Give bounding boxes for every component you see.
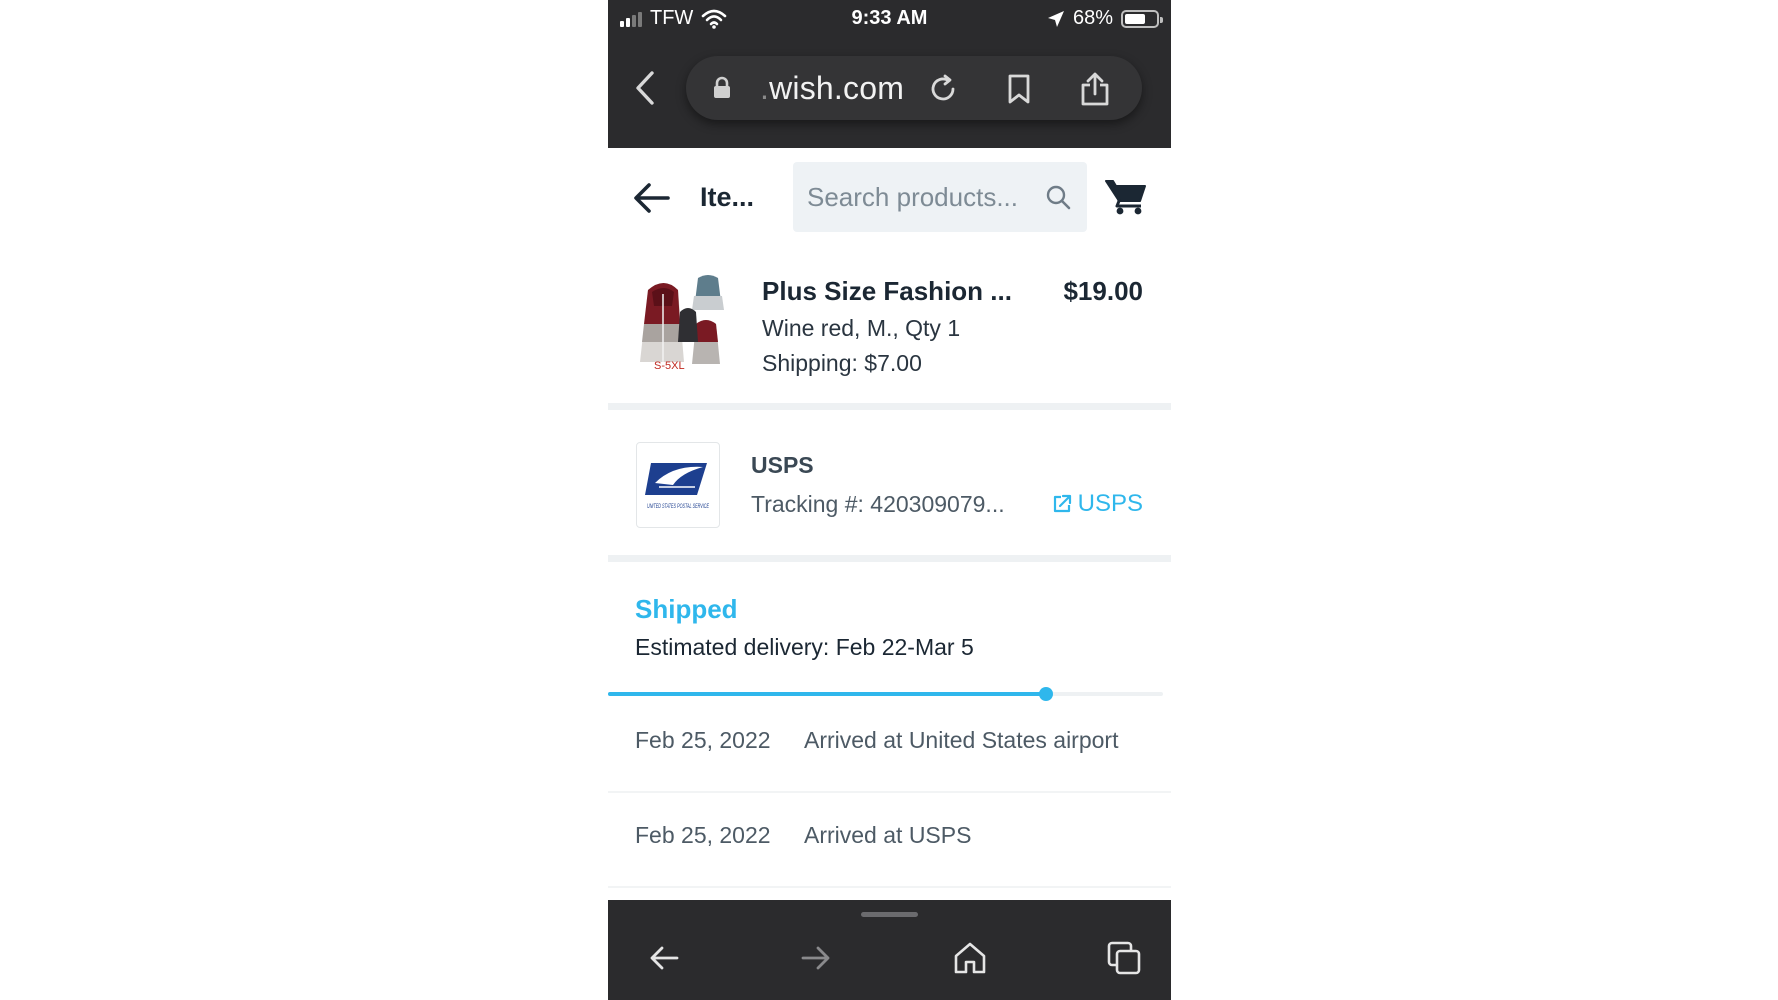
url-domain: wish.com (769, 70, 905, 106)
product-price: $19.00 (1063, 276, 1143, 306)
home-button[interactable] (948, 936, 992, 980)
battery-fill (1125, 13, 1145, 24)
toolbar-forward-button[interactable] (794, 936, 838, 980)
url-text[interactable]: .wish.com (760, 70, 904, 107)
reload-icon (931, 74, 955, 101)
progress-marker (1039, 687, 1053, 701)
tracking-event: Feb 25, 2022 Arrived at United States ai… (608, 703, 1171, 793)
toolbar-grabber[interactable] (861, 912, 918, 917)
carrier-name: USPS (751, 452, 814, 478)
carrier-tracking-link[interactable]: USPS (1052, 490, 1143, 518)
event-description: Arrived at United States airport (804, 727, 1119, 753)
chevron-left-icon (636, 71, 654, 105)
order-item[interactable]: S-5XL Plus Size Fashion ... $19.00 Wine … (608, 258, 1171, 408)
tabs-icon (1107, 941, 1141, 975)
reload-button[interactable] (926, 72, 960, 106)
address-bar[interactable]: .wish.com (686, 56, 1142, 120)
status-right: 68% (1047, 7, 1163, 30)
search-box[interactable] (793, 162, 1087, 232)
product-shipping: Shipping: $7.00 (762, 350, 922, 376)
back-button[interactable] (632, 178, 672, 218)
usps-logo: UNITED STATES POSTAL SERVICE (636, 442, 720, 528)
tracking-number[interactable]: Tracking #: 420309079... (751, 491, 1005, 518)
lock-icon (714, 76, 730, 98)
bookmark-icon (1008, 74, 1030, 104)
arrow-left-icon (650, 946, 679, 970)
search-input[interactable] (807, 180, 1037, 214)
shipment-status: Shipped (635, 594, 738, 624)
usps-logo-text: UNITED STATES POSTAL SERVICE (647, 504, 710, 510)
event-description: Arrived at USPS (804, 822, 972, 848)
product-variant: Wine red, M., Qty 1 (762, 315, 961, 341)
browser-chrome: TFW 9:33 AM 68% .wish.com (608, 0, 1171, 148)
product-image-tag: S-5XL (654, 360, 685, 372)
arrow-left-icon (634, 183, 670, 213)
toolbar-back-button[interactable] (642, 936, 686, 980)
tabs-button[interactable] (1102, 936, 1146, 980)
home-icon (954, 942, 986, 974)
product-image: S-5XL (640, 275, 724, 372)
shipment-progress (608, 687, 1163, 701)
location-arrow-icon (1047, 10, 1064, 27)
battery-icon (1121, 9, 1163, 28)
browser-toolbar (608, 900, 1171, 1000)
carrier-link-label: USPS (1077, 490, 1143, 517)
event-date: Feb 25, 2022 (635, 727, 771, 753)
arrow-right-icon (801, 946, 830, 970)
cart-icon (1105, 180, 1146, 215)
page-title: Ite... (700, 182, 755, 212)
section-divider (608, 403, 1171, 410)
product-name[interactable]: Plus Size Fashion ... (762, 276, 1012, 307)
carrier-row: UNITED STATES POSTAL SERVICE USPS Tracki… (608, 420, 1171, 550)
status-bar: TFW 9:33 AM 68% (608, 0, 1171, 36)
url-prefix: . (760, 70, 770, 106)
section-divider (608, 555, 1171, 562)
event-date: Feb 25, 2022 (635, 822, 771, 848)
app-header: Ite... (608, 148, 1171, 248)
search-icon[interactable] (1045, 184, 1071, 210)
eagle-icon: UNITED STATES POSTAL SERVICE (645, 463, 710, 510)
tracking-event: Feb 25, 2022 Arrived at USPS (608, 798, 1171, 888)
progress-fill (608, 692, 1046, 696)
cart-button[interactable] (1104, 178, 1148, 216)
share-icon (1081, 72, 1109, 106)
phone-screen: TFW 9:33 AM 68% .wish.com Ite... Search … (608, 0, 1171, 1000)
estimated-delivery: Estimated delivery: Feb 22-Mar 5 (635, 634, 974, 660)
bookmark-button[interactable] (1002, 72, 1036, 106)
share-button[interactable] (1078, 72, 1112, 106)
battery-percent: 68% (1072, 7, 1113, 29)
external-link-icon (1053, 494, 1071, 513)
browser-back-button[interactable] (630, 68, 660, 108)
